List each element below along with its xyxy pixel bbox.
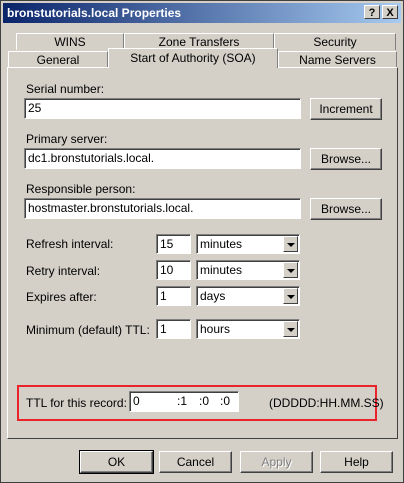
tab-label: General [36, 53, 80, 67]
button-label: Help [344, 455, 369, 469]
tab-general[interactable]: General [8, 51, 108, 68]
title-bar: bronstutorials.local Properties ? X [3, 3, 401, 23]
tab-label: Name Servers [299, 53, 376, 67]
tab-name-servers[interactable]: Name Servers [278, 51, 397, 68]
help-button[interactable]: Help [320, 451, 393, 473]
tab-label: WINS [54, 35, 86, 49]
tab-security[interactable]: Security [274, 33, 396, 50]
button-label: Apply [261, 455, 292, 469]
button-label: Cancel [176, 455, 215, 469]
ok-button[interactable]: OK [79, 450, 154, 474]
close-title-button[interactable]: X [382, 5, 398, 19]
help-title-button[interactable]: ? [364, 5, 380, 19]
apply-button[interactable]: Apply [240, 451, 313, 473]
tab-label: Start of Authority (SOA) [130, 51, 256, 65]
button-label: OK [107, 455, 126, 469]
tab-label: Zone Transfers [158, 35, 240, 49]
tab-panel [7, 67, 398, 439]
tab-label: Security [313, 35, 357, 49]
cancel-button[interactable]: Cancel [159, 451, 232, 473]
window-title: bronstutorials.local Properties [7, 6, 182, 20]
properties-dialog: bronstutorials.local Properties ? X WINS… [0, 0, 404, 483]
tab-soa[interactable]: Start of Authority (SOA) [108, 48, 278, 68]
